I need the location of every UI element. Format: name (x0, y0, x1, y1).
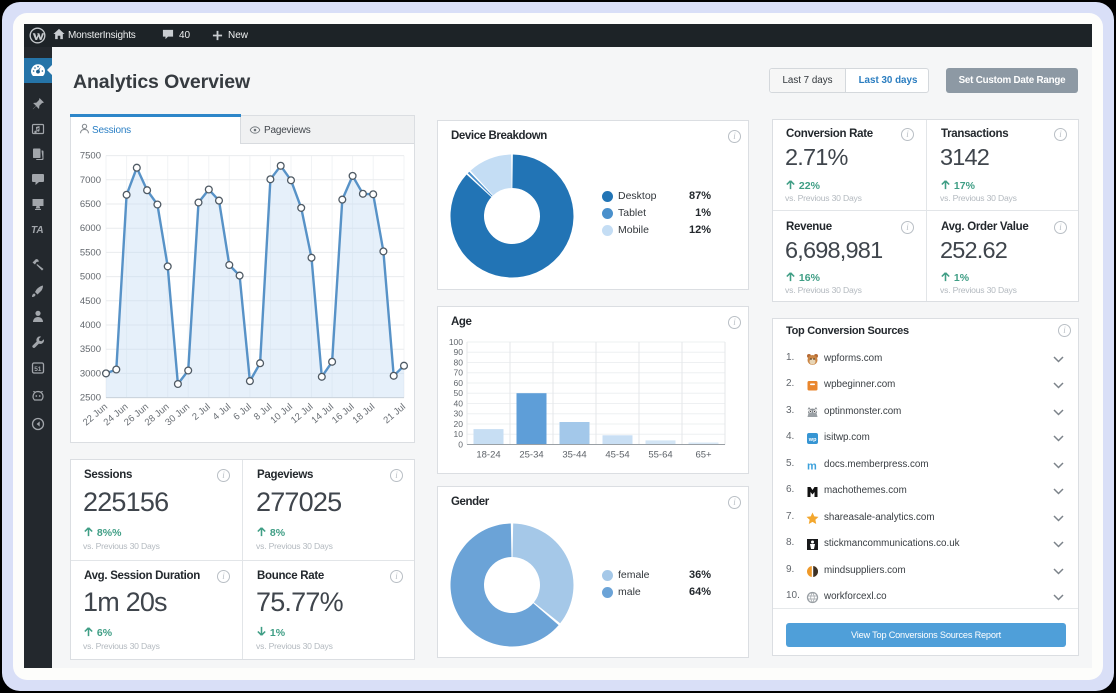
svg-text:5000: 5000 (80, 272, 101, 283)
svg-text:90: 90 (454, 347, 464, 357)
svg-text:2 Jul: 2 Jul (190, 401, 212, 422)
svg-text:35-44: 35-44 (562, 450, 586, 461)
svg-text:wp: wp (808, 437, 817, 443)
svg-text:m: m (807, 461, 817, 473)
svg-text:4500: 4500 (80, 296, 101, 307)
svg-text:55-64: 55-64 (648, 450, 672, 461)
svg-text:7500: 7500 (80, 151, 101, 162)
svg-text:3000: 3000 (80, 368, 101, 379)
svg-text:30: 30 (454, 409, 464, 419)
svg-text:3500: 3500 (80, 344, 101, 355)
svg-text:10 Jul: 10 Jul (268, 401, 294, 426)
svg-text:18-24: 18-24 (476, 450, 500, 461)
svg-text:25-34: 25-34 (519, 450, 543, 461)
svg-text:5500: 5500 (80, 247, 101, 258)
svg-text:70: 70 (454, 368, 464, 378)
svg-text:10: 10 (454, 429, 464, 439)
svg-text:0: 0 (458, 439, 463, 449)
svg-text:40: 40 (454, 398, 464, 408)
svg-text:45-54: 45-54 (605, 450, 629, 461)
svg-text:21 Jul: 21 Jul (381, 401, 407, 426)
svg-text:TA: TA (31, 225, 44, 236)
svg-text:18 Jul: 18 Jul (351, 401, 377, 426)
svg-text:60: 60 (454, 378, 464, 388)
svg-text:12 Jul: 12 Jul (289, 401, 315, 426)
svg-text:7000: 7000 (80, 175, 101, 186)
svg-text:80: 80 (454, 357, 464, 367)
svg-text:4000: 4000 (80, 320, 101, 331)
svg-text:50: 50 (454, 388, 464, 398)
svg-text:65+: 65+ (695, 450, 712, 461)
svg-text:6500: 6500 (80, 199, 101, 210)
svg-text:20: 20 (454, 419, 464, 429)
svg-text:51: 51 (34, 366, 42, 373)
svg-text:2500: 2500 (80, 393, 101, 404)
svg-text:100: 100 (449, 337, 463, 347)
svg-text:6 Jul: 6 Jul (231, 401, 253, 422)
svg-text:6000: 6000 (80, 223, 101, 234)
svg-text:14 Jul: 14 Jul (310, 401, 336, 426)
svg-text:16 Jul: 16 Jul (330, 401, 356, 426)
svg-text:4 Jul: 4 Jul (211, 401, 233, 422)
